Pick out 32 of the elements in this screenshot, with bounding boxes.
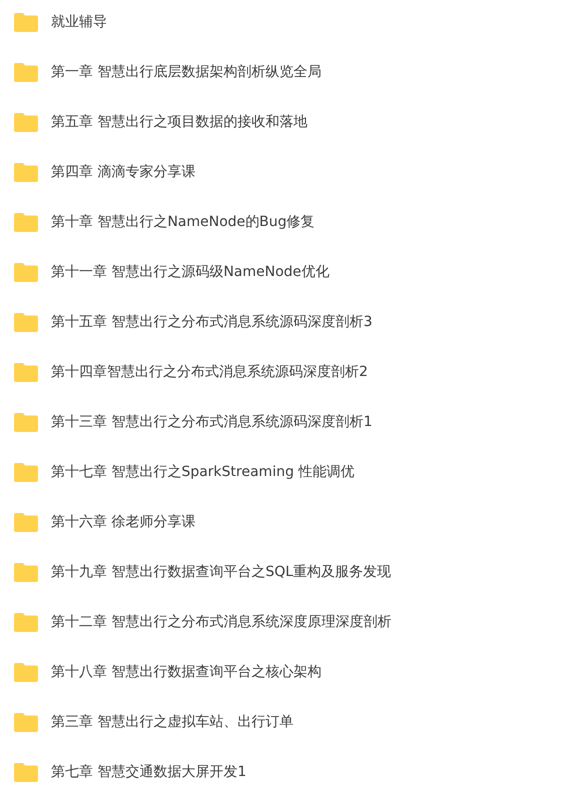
folder-name[interactable]: 第十章 智慧出行之NameNode的Bug修复 [51, 213, 315, 231]
folder-name[interactable]: 第十八章 智慧出行数据查询平台之核心架构 [51, 663, 322, 681]
folder-icon [14, 562, 38, 582]
folder-name[interactable]: 就业辅导 [51, 13, 107, 31]
folder-name[interactable]: 第七章 智慧交通数据大屏开发1 [51, 763, 246, 781]
folder-icon [14, 212, 38, 232]
folder-name[interactable]: 第十七章 智慧出行之SparkStreaming 性能调优 [51, 463, 354, 481]
folder-name[interactable]: 第十四章智慧出行之分布式消息系统源码深度剖析2 [51, 363, 368, 381]
folder-icon [14, 362, 38, 382]
folder-icon [14, 162, 38, 182]
folder-icon [14, 612, 38, 632]
folder-name[interactable]: 第十九章 智慧出行数据查询平台之SQL重构及服务发现 [51, 563, 392, 581]
folder-icon [14, 762, 38, 782]
folder-icon [14, 412, 38, 432]
folder-icon [14, 512, 38, 532]
folder-name[interactable]: 第十三章 智慧出行之分布式消息系统源码深度剖析1 [51, 413, 372, 431]
folder-name[interactable]: 第十六章 徐老师分享课 [51, 513, 196, 531]
folder-icon [14, 462, 38, 482]
folder-name[interactable]: 第十五章 智慧出行之分布式消息系统源码深度剖析3 [51, 313, 372, 331]
folder-name[interactable]: 第一章 智慧出行底层数据架构剖析纵览全局 [51, 63, 322, 81]
folder-name[interactable]: 第十二章 智慧出行之分布式消息系统深度原理深度剖析 [51, 613, 392, 631]
folder-icon [14, 262, 38, 282]
folder-icon [14, 662, 38, 682]
folder-icon [14, 12, 38, 32]
folder-name[interactable]: 第四章 滴滴专家分享课 [51, 163, 196, 181]
folder-icon [14, 712, 38, 732]
folder-icon [14, 112, 38, 132]
folder-icon [14, 62, 38, 82]
folder-name[interactable]: 第三章 智慧出行之虚拟车站、出行订单 [51, 713, 294, 731]
folder-icon [14, 312, 38, 332]
folder-name[interactable]: 第十一章 智慧出行之源码级NameNode优化 [51, 263, 330, 281]
folder-name[interactable]: 第五章 智慧出行之项目数据的接收和落地 [51, 113, 308, 131]
